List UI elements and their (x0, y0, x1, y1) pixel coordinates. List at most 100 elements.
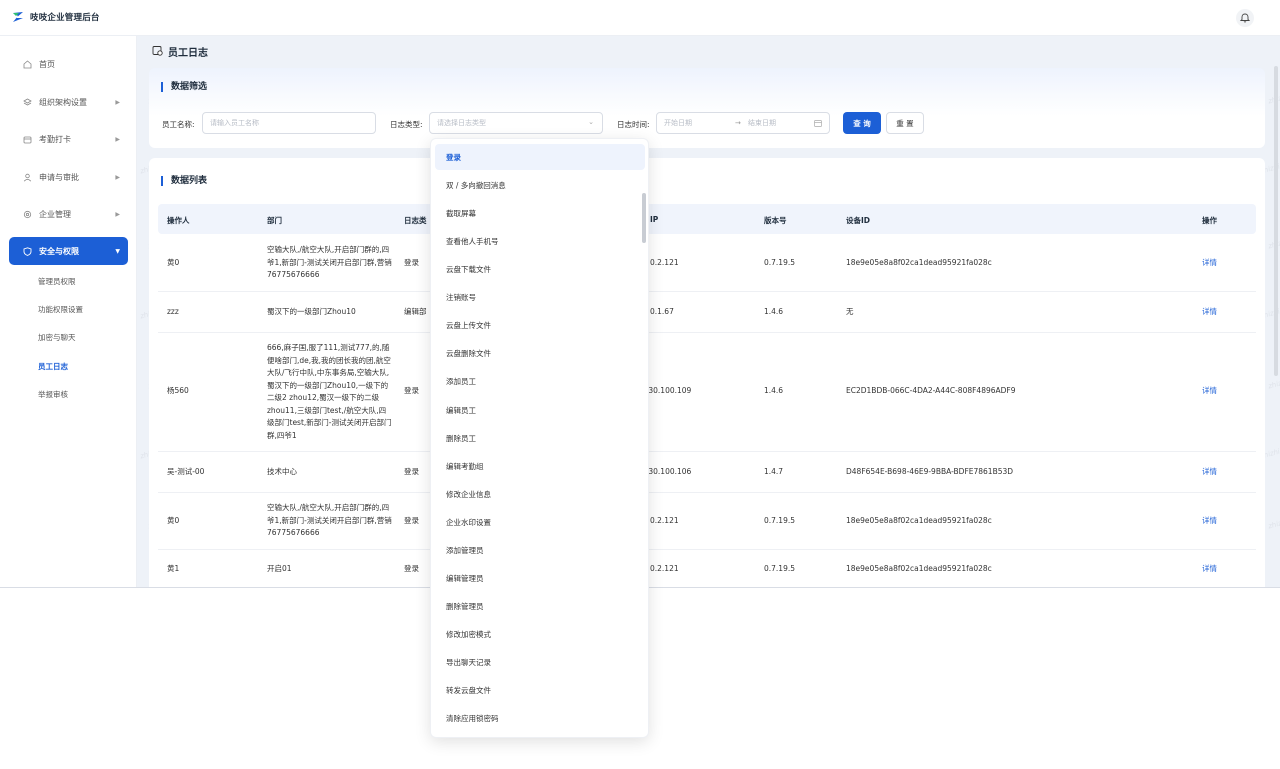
cell-dept: 开启01 (267, 564, 292, 573)
start-date-placeholder: 开始日期 (664, 119, 692, 127)
sidebar-item-label: 首页 (39, 59, 55, 69)
cell-type: 编辑部 (404, 307, 427, 316)
calendar-icon (814, 119, 822, 129)
dropdown-scrollbar[interactable] (642, 193, 646, 243)
detail-link[interactable]: 详情 (1202, 466, 1217, 479)
detail-link[interactable]: 详情 (1202, 515, 1217, 528)
dropdown-option[interactable]: 编辑管理员 (435, 565, 645, 591)
detail-link[interactable]: 详情 (1202, 563, 1217, 576)
cell-type: 登录 (404, 258, 419, 267)
cell-version: 1.4.6 (764, 386, 784, 395)
chevron-right-icon: ▶ (115, 99, 120, 106)
employee-name-input[interactable]: 请输入员工名称 (202, 112, 376, 134)
dropdown-option[interactable]: 转发云盘文件 (435, 677, 645, 703)
dropdown-option[interactable]: 编辑考勤组 (435, 453, 645, 479)
reset-button[interactable]: 重 置 (886, 112, 924, 134)
log-icon (152, 45, 163, 59)
cell-operator: 杨560 (167, 386, 189, 395)
app-logo[interactable]: 吱吱企业管理后台 (12, 11, 100, 23)
dropdown-option[interactable]: 双 / 多向撤回消息 (435, 172, 645, 198)
table-row: 黄0 空输大队,/航空大队,开启部门群的,四爷1,新部门-测试关闭开启部门群,营… (158, 234, 1256, 292)
log-type-placeholder: 请选择日志类型 (437, 119, 486, 127)
calendar-icon (23, 135, 32, 144)
dropdown-option[interactable]: 截取屏幕 (435, 200, 645, 226)
dropdown-option-login[interactable]: 登录 (435, 144, 645, 170)
layers-icon (23, 98, 32, 107)
sidebar-subitem-encryption-chat[interactable]: 加密与聊天 (38, 332, 76, 343)
user-icon (23, 173, 32, 182)
dropdown-option[interactable]: 企业水印设置 (435, 509, 645, 535)
log-time-label: 日志时间: (617, 120, 650, 129)
chevron-down-icon: ▼ (115, 248, 120, 255)
detail-link[interactable]: 详情 (1202, 306, 1217, 319)
log-type-select[interactable]: 请选择日志类型 ⌄ (429, 112, 603, 134)
chevron-right-icon: ▶ (115, 136, 120, 143)
list-section-title: 数据列表 (161, 176, 207, 186)
cell-device: 18e9e05e8a8f02ca1dead95921fa028c (846, 258, 992, 267)
sidebar-item-enterprise[interactable]: 企业管理 ▶ (9, 200, 128, 228)
page-scrollbar-thumb[interactable] (1274, 66, 1278, 376)
log-type-dropdown: 登录 双 / 多向撤回消息 截取屏幕 查看他人手机号 云盘下载文件 注销账号 云… (430, 138, 649, 738)
cell-dept: 蜀汉下的一级部门Zhou10 (267, 307, 356, 316)
dropdown-option[interactable]: 修改企业信息 (435, 481, 645, 507)
dropdown-option[interactable]: 云盘上传文件 (435, 312, 645, 338)
sidebar-subitem-report-review[interactable]: 举报审核 (38, 389, 68, 400)
dropdown-option[interactable]: 注销账号 (435, 284, 645, 310)
cell-type: 登录 (404, 564, 419, 573)
dropdown-option[interactable]: 删除管理员 (435, 593, 645, 619)
page-title: 员工日志 (152, 44, 208, 59)
table-row: 黄1 开启01 登录 0.2.121 0.7.19.5 18e9e05e8a8f… (158, 550, 1256, 587)
detail-link[interactable]: 详情 (1202, 257, 1217, 270)
dropdown-option[interactable]: 清除应用锁密码 (435, 705, 645, 731)
sidebar-item-approval[interactable]: 申请与审批 ▶ (9, 163, 128, 191)
table-row: 黄0 空输大队,/航空大队,开启部门群的,四爷1,新部门-测试关闭开启部门群,营… (158, 493, 1256, 550)
query-button[interactable]: 查 询 (843, 112, 881, 134)
table-row: 杨560 666,麻子国,服了111,测试777,的,随便啥部门,de,我,我的… (158, 333, 1256, 452)
dropdown-option[interactable]: 云盘删除文件 (435, 340, 645, 366)
sidebar-item-home[interactable]: 首页 (9, 50, 128, 78)
log-type-label: 日志类型: (390, 120, 423, 129)
sidebar-subitem-admin-permissions[interactable]: 管理员权限 (38, 276, 76, 287)
cell-ip: 0.1.67 (650, 307, 674, 316)
dropdown-option[interactable]: 添加员工 (435, 368, 645, 394)
notification-bell-icon[interactable] (1236, 9, 1254, 27)
cell-operator: 黄0 (167, 516, 180, 525)
cell-device: 18e9e05e8a8f02ca1dead95921fa028c (846, 564, 992, 573)
dropdown-option[interactable]: 编辑员工 (435, 397, 645, 423)
dropdown-option[interactable]: 导出聊天记录 (435, 649, 645, 675)
dropdown-option[interactable]: 删除员工 (435, 425, 645, 451)
column-header-version: 版本号 (764, 216, 787, 225)
cell-version: 1.4.7 (764, 467, 784, 476)
cell-dept: 空输大队,/航空大队,开启部门群的,四爷1,新部门-测试关闭开启部门群,营销76… (267, 503, 392, 537)
page-title-text: 员工日志 (168, 48, 208, 59)
sidebar-item-attendance[interactable]: 考勤打卡 ▶ (9, 125, 128, 153)
cell-type: 登录 (404, 386, 419, 395)
sidebar-item-security[interactable]: 安全与权限 ▼ (9, 237, 128, 265)
table-row: zzz 蜀汉下的一级部门Zhou10 编辑部 0.1.67 1.4.6 无 详情 (158, 292, 1256, 333)
sidebar-item-label: 考勤打卡 (39, 134, 71, 144)
sidebar-subitem-feature-permissions[interactable]: 功能权限设置 (38, 304, 83, 315)
cell-version: 0.7.19.5 (764, 564, 796, 573)
app-title: 吱吱企业管理后台 (30, 13, 100, 23)
cell-version: 0.7.19.5 (764, 258, 796, 267)
date-range-picker[interactable]: 开始日期 → 结束日期 (656, 112, 830, 134)
detail-link[interactable]: 详情 (1202, 385, 1217, 398)
dropdown-option[interactable]: 修改加密模式 (435, 621, 645, 647)
sidebar-item-label: 申请与审批 (39, 172, 79, 182)
cell-type: 登录 (404, 516, 419, 525)
dropdown-option[interactable]: 云盘下载文件 (435, 256, 645, 282)
dropdown-option[interactable]: 查看他人手机号 (435, 228, 645, 254)
sidebar-subitem-employee-log[interactable]: 员工日志 (38, 361, 68, 372)
sidebar-item-label: 组织架构设置 (39, 97, 87, 107)
dropdown-option[interactable]: 添加管理员 (435, 537, 645, 563)
sidebar-item-label: 安全与权限 (39, 246, 79, 256)
page-scrollbar[interactable] (1273, 36, 1278, 587)
chevron-right-icon: ▶ (115, 211, 120, 218)
cell-type: 登录 (404, 467, 419, 476)
cell-device: 18e9e05e8a8f02ca1dead95921fa028c (846, 516, 992, 525)
filter-card: 数据筛选 (149, 68, 1265, 148)
sidebar-item-org-structure[interactable]: 组织架构设置 ▶ (9, 88, 128, 116)
table-row: 吴-测试-00 技术中心 登录 .30.100.106 1.4.7 D48F65… (158, 452, 1256, 493)
column-header-device: 设备ID (846, 216, 871, 225)
chevron-right-icon: ▶ (115, 174, 120, 181)
